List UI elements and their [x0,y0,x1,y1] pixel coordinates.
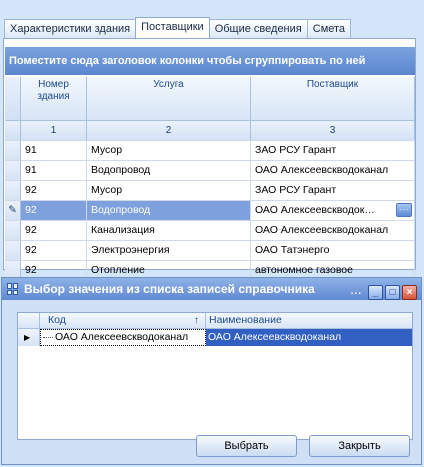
cell-service[interactable]: Канализация [87,221,251,240]
row-indicator[interactable] [5,161,21,180]
cell-service[interactable]: Водопровод [87,161,251,180]
table-row[interactable]: 92 Мусор ЗАО РСУ Гарант [5,180,415,200]
column-header-code-label: Код [48,314,66,326]
column-number: 1 [21,121,87,140]
table-row[interactable]: 92 Канализация ОАО Алексеевскводоканал [5,220,415,240]
grid-header-row: Номер здания Услуга Поставщик [5,77,415,120]
close-button[interactable]: × [402,284,417,300]
lookup-grid-header: Код ↑ Наименование [18,313,412,329]
suppliers-grid: Номер здания Услуга Поставщик 1 2 3 91 М… [5,77,415,280]
lookup-cell-code[interactable]: ОАО Алексеевскводоканал [40,329,206,346]
tab-general-info[interactable]: Общие сведения [208,19,308,38]
supplier-editor-value[interactable]: ОАО Алексеевскводок… [255,204,375,216]
column-number-row: 1 2 3 [5,120,415,140]
cell-supplier[interactable]: ЗАО РСУ Гарант [251,141,415,160]
column-header-building-number[interactable]: Номер здания [21,77,87,120]
header-label: Поставщик [306,79,359,90]
minimize-button[interactable]: _ [368,284,383,300]
cell-service[interactable]: Электроэнергия [87,241,251,260]
arrow-up-icon: ↑ [194,315,199,326]
table-row[interactable]: 91 Мусор ЗАО РСУ Гарант [5,140,415,160]
column-header-service[interactable]: Услуга [87,77,251,120]
select-button[interactable]: Выбрать [196,435,297,457]
lookup-grid: Код ↑ Наименование ▶ ОАО Алексеевскводок… [17,312,413,440]
tab-estimate[interactable]: Смета [306,19,352,38]
table-row[interactable]: 92 Электроэнергия ОАО Татэнерго [5,240,415,260]
header-indicator-cell [5,77,21,120]
table-row[interactable]: 91 Водопровод ОАО Алексеевскводоканал [5,160,415,180]
column-number: 2 [87,121,251,140]
maximize-button[interactable]: □ [385,284,400,300]
suppliers-panel: Поместите сюда заголовок колонки чтобы с… [3,38,416,280]
tree-connector [43,336,53,338]
row-indicator[interactable] [5,181,21,200]
column-header-supplier[interactable]: Поставщик [251,77,415,120]
cell-building-number[interactable]: 92 [21,221,87,240]
lookup-code-value: ОАО Алексеевскводоканал [55,331,189,343]
pencil-icon: ✎ [5,201,21,220]
lookup-row[interactable]: ▶ ОАО Алексеевскводоканал ОАО Алексеевск… [18,329,412,346]
dialog-menu-dots[interactable]: ... [351,281,362,303]
close-dialog-button[interactable]: Закрыть [309,435,410,457]
header-label: Услуга [153,79,184,90]
table-row-selected[interactable]: ✎ 92 Водопровод ОАО Алексеевскводок… ··· [5,200,415,220]
column-header-code[interactable]: Код ↑ [40,313,206,328]
dialog-title-bar[interactable]: Выбор значения из списка записей справоч… [2,278,421,300]
tab-strip: Характеристики здания Поставщики Общие с… [4,17,352,38]
tab-suppliers[interactable]: Поставщики [135,17,210,38]
cell-service[interactable]: Водопровод [87,201,251,220]
cell-building-number[interactable]: 91 [21,161,87,180]
dialog-title: Выбор значения из списка записей справоч… [24,282,315,296]
cell-service[interactable]: Мусор [87,181,251,200]
cell-building-number[interactable]: 92 [21,201,87,220]
cell-service[interactable]: Мусор [87,141,251,160]
cell-supplier[interactable]: ОАО Татэнерго [251,241,415,260]
cell-building-number[interactable]: 92 [21,241,87,260]
window-controls: ... _ □ × [351,281,417,303]
cell-supplier[interactable]: ОАО Алексеевскводоканал [251,221,415,240]
lookup-dialog: Выбор значения из списка записей справоч… [1,277,422,465]
number-indicator-cell [5,121,21,140]
grid-window-icon [7,283,19,295]
ellipsis-button[interactable]: ··· [396,203,412,217]
row-indicator[interactable] [5,241,21,260]
cell-building-number[interactable]: 92 [21,181,87,200]
header-label-line1: Номер [38,79,69,90]
cell-supplier[interactable]: ОАО Алексеевскводоканал [251,161,415,180]
tab-building-characteristics[interactable]: Характеристики здания [4,19,137,38]
header-label-line2: здания [37,91,70,102]
row-indicator[interactable] [5,141,21,160]
lookup-cell-name[interactable]: ОАО Алексеевскводоканал [206,329,412,346]
column-header-name[interactable]: Наименование [206,313,412,328]
triangle-right-icon: ▶ [18,329,40,346]
cell-building-number[interactable]: 91 [21,141,87,160]
lookup-header-indicator [18,313,40,328]
column-number: 3 [251,121,415,140]
cell-supplier[interactable]: ЗАО РСУ Гарант [251,181,415,200]
group-by-panel[interactable]: Поместите сюда заголовок колонки чтобы с… [5,47,415,75]
row-indicator[interactable] [5,221,21,240]
cell-supplier-editor[interactable]: ОАО Алексеевскводок… ··· [251,201,415,220]
